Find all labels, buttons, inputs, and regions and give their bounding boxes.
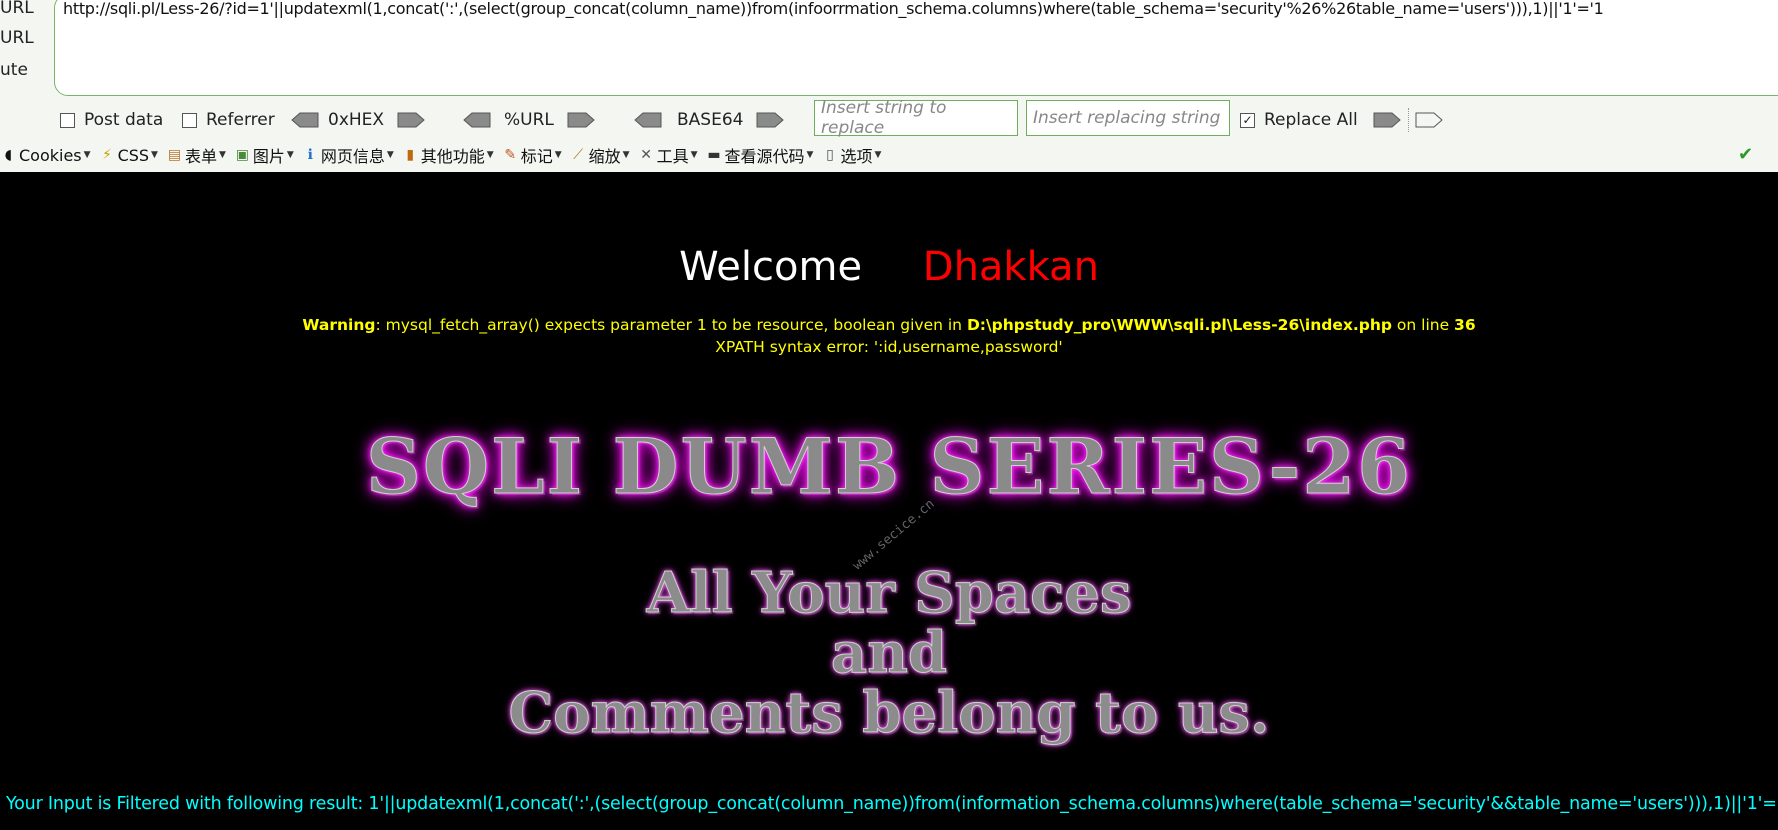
menu-view-source[interactable]: ▬ 查看源代码 ▼ [706,143,814,167]
warning-path: D:\phpstudy_pro\WWW\sqli.pl\Less-26\inde… [966,316,1392,334]
base64-decode-left-arrow-icon[interactable] [633,112,662,128]
menu-css[interactable]: ⚡ CSS ▼ [99,146,158,165]
menu-label: 标记 [520,147,553,166]
url-encode-right-arrow-icon[interactable] [566,112,595,128]
user-name: Dhakkan [922,244,1099,290]
checkmark-icon[interactable]: ✓ [1240,112,1255,128]
replace-string-input[interactable]: Insert string to replace [814,98,1018,138]
tools-icon: ✕ [640,146,652,163]
base64-encode-right-arrow-icon[interactable] [755,112,785,128]
xpath-error: XPATH syntax error: ':id,username,passwo… [715,338,1063,356]
post-data-label: Post data [84,110,164,130]
menu-resize[interactable]: ⟋ 缩放 ▼ [570,143,630,167]
referrer-label: Referrer [206,110,275,130]
menu-label: 表单 [184,147,217,166]
checkbox-icon[interactable] [60,112,75,128]
chevron-down-icon: ▼ [874,150,882,160]
chevron-down-icon: ▼ [83,150,91,160]
post-data-checkbox[interactable]: Post data [60,108,163,132]
chevron-down-icon: ▼ [622,150,630,160]
subtitle-line-1: All Your Spaces [646,560,1132,627]
menu-label: 选项 [840,147,873,166]
welcome-heading: Welcome Dhakkan [0,244,1778,290]
menu-page-info[interactable]: ℹ 网页信息 ▼ [302,143,394,167]
subtitle-line-3: Comments belong to us. [508,680,1270,747]
wand-icon: ⚡ [102,146,112,163]
load-url-label[interactable]: URL [0,0,34,18]
menu-label: Cookies [19,145,82,165]
toolbar-divider [1407,108,1410,132]
url-textarea[interactable]: http://sqli.pl/Less-26/?id=1'||updatexml… [54,0,1778,96]
chevron-down-icon: ▼ [690,150,698,160]
hex-decode-left-arrow-icon[interactable] [290,112,319,128]
menu-outline[interactable]: ✎ 标记 ▼ [502,143,562,167]
series-title: SQLI DUMB SERIES-26 [366,422,1412,512]
base64-group: BASE64 [633,108,785,132]
url-encode-group: %URL [462,108,595,132]
hex-encode-right-arrow-icon[interactable] [396,112,425,128]
warning-on-line: on line [1391,316,1455,334]
hex-group: 0xHEX [290,108,425,132]
split-url-label[interactable]: URL [0,28,34,48]
warning-text: : mysql_fetch_array() expects parameter … [375,316,967,334]
hackbar-side-labels: URL URL ute [0,0,54,100]
ruler-icon: ⟋ [573,146,584,163]
chevron-down-icon: ▼ [286,150,294,160]
hackbar-panel: URL URL ute http://sqli.pl/Less-26/?id=1… [0,0,1778,172]
chevron-down-icon: ▼ [806,150,814,160]
web-developer-menubar: ◖ Cookies ▼ ⚡ CSS ▼ ▤ 表单 ▼ ▣ 图片 ▼ ℹ 网页信息… [0,140,1778,170]
menu-label: 缩放 [588,147,621,166]
replace-all-label: Replace All [1264,110,1358,130]
menu-label: 查看源代码 [724,147,805,166]
menu-label: 工具 [656,147,689,166]
menu-label: 其他功能 [420,147,485,166]
url-value: http://sqli.pl/Less-26/?id=1'||updatexml… [63,0,1604,18]
replace-execute-arrow-icon[interactable] [1414,112,1443,128]
hex-label: 0xHEX [328,110,385,130]
welcome-text: Welcome [679,244,863,290]
menu-label: CSS [117,145,150,165]
chevron-down-icon: ▼ [486,150,494,160]
subtitle-line-2: and [830,620,948,687]
url-encode-label: %URL [504,110,554,130]
chevron-down-icon: ▼ [386,150,394,160]
replacing-string-input[interactable]: Insert replacing string [1026,100,1230,136]
chevron-down-icon: ▼ [554,150,562,160]
filtered-input-result: Your Input is Filtered with following re… [6,794,1778,814]
chevron-down-icon: ▼ [218,150,226,160]
menu-forms[interactable]: ▤ 表单 ▼ [166,143,226,167]
warning-label: Warning [302,316,376,334]
options-icon: ▯ [826,146,834,163]
checkbox-icon[interactable] [182,112,197,128]
info-icon: ℹ [307,146,313,163]
menu-options[interactable]: ▯ 选项 ▼ [821,143,881,167]
source-icon: ▬ [707,146,721,163]
image-icon: ▣ [235,146,250,163]
menu-label: 图片 [252,147,285,166]
menu-cookies[interactable]: ◖ Cookies ▼ [0,146,91,165]
form-icon: ▤ [167,146,182,163]
url-decode-left-arrow-icon[interactable] [462,112,491,128]
book-icon: ▮ [406,146,415,163]
cookie-icon: ◖ [4,146,13,163]
referrer-checkbox[interactable]: Referrer [182,108,275,132]
warning-line: 36 [1454,316,1476,334]
pencil-icon: ✎ [504,146,517,163]
menu-tools[interactable]: ✕ 工具 ▼ [638,143,698,167]
menu-label: 网页信息 [320,147,385,166]
replace-all-checkbox[interactable]: ✓ Replace All [1240,108,1443,132]
replace-right-arrow-icon[interactable] [1372,112,1401,128]
replacing-string-placeholder: Insert replacing string [1033,108,1221,128]
menu-misc[interactable]: ▮ 其他功能 ▼ [402,143,494,167]
execute-label[interactable]: ute [0,60,28,80]
replace-string-placeholder: Insert string to replace [821,98,947,138]
chevron-down-icon: ▼ [151,150,158,160]
php-warning: Warning: mysql_fetch_array() expects par… [0,314,1778,358]
check-icon[interactable]: ✔ [1738,144,1753,165]
menu-images[interactable]: ▣ 图片 ▼ [234,143,294,167]
base64-label: BASE64 [677,110,744,130]
page-content: Welcome Dhakkan Warning: mysql_fetch_arr… [0,172,1778,830]
